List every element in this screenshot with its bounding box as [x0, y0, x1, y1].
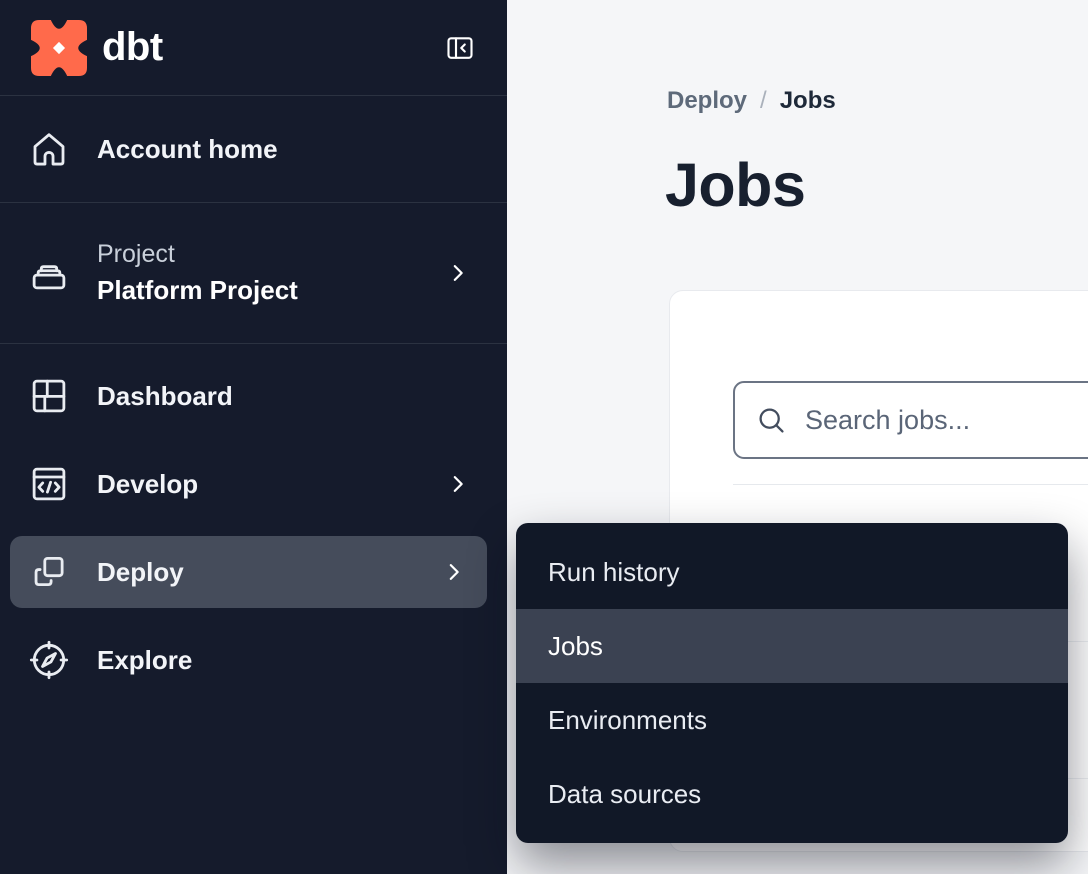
page-title: Jobs: [665, 150, 805, 220]
project-label: Project: [97, 239, 298, 269]
sidebar-item-label: Develop: [97, 469, 198, 500]
develop-code-icon: [28, 463, 70, 505]
deploy-icon: [28, 551, 70, 593]
search-box: [733, 381, 1088, 459]
sidebar-item-deploy[interactable]: Deploy: [10, 536, 487, 608]
collapse-sidebar-icon: [443, 33, 477, 63]
breadcrumb: Deploy / Jobs: [667, 86, 836, 116]
chevron-right-icon: [447, 262, 469, 284]
project-name: Platform Project: [97, 275, 298, 306]
app-root: dbt Account home: [0, 0, 1088, 874]
sidebar-header: dbt: [0, 0, 507, 96]
sidebar-nav: Account home Project Platform Project: [0, 96, 507, 696]
sidebar-item-project-switcher[interactable]: Project Platform Project: [0, 203, 507, 344]
sidebar: dbt Account home: [0, 0, 507, 874]
breadcrumb-current: Jobs: [780, 86, 836, 116]
breadcrumb-deploy-link[interactable]: Deploy: [667, 86, 747, 116]
submenu-item-data-sources[interactable]: Data sources: [516, 757, 1068, 831]
collapse-sidebar-button[interactable]: [443, 33, 477, 63]
sidebar-item-develop[interactable]: Develop: [0, 448, 507, 520]
sidebar-item-label: Account home: [97, 134, 278, 165]
deploy-submenu: Run history Jobs Environments Data sourc…: [516, 523, 1068, 843]
card-divider: [733, 484, 1088, 485]
sidebar-item-label: Deploy: [97, 557, 184, 588]
submenu-item-jobs[interactable]: Jobs: [516, 609, 1068, 683]
sidebar-item-explore[interactable]: Explore: [0, 624, 507, 696]
brand-name: dbt: [102, 25, 163, 70]
project-stack-icon: [28, 252, 70, 294]
project-switcher-text: Project Platform Project: [97, 239, 298, 306]
sidebar-item-label: Explore: [97, 645, 192, 676]
dbt-logo-icon: [30, 20, 88, 76]
home-icon: [28, 128, 70, 170]
breadcrumb-separator: /: [760, 86, 767, 116]
chevron-right-icon: [447, 473, 469, 495]
dashboard-icon: [28, 375, 70, 417]
sidebar-item-dashboard[interactable]: Dashboard: [0, 360, 507, 432]
submenu-item-run-history[interactable]: Run history: [516, 535, 1068, 609]
search-input[interactable]: [803, 404, 1088, 437]
chevron-right-icon: [443, 561, 465, 583]
search-icon: [755, 404, 787, 436]
explore-compass-icon: [28, 639, 70, 681]
sidebar-item-account-home[interactable]: Account home: [0, 96, 507, 203]
sidebar-item-label: Dashboard: [97, 381, 233, 412]
submenu-item-environments[interactable]: Environments: [516, 683, 1068, 757]
dbt-logo[interactable]: dbt: [30, 20, 163, 76]
